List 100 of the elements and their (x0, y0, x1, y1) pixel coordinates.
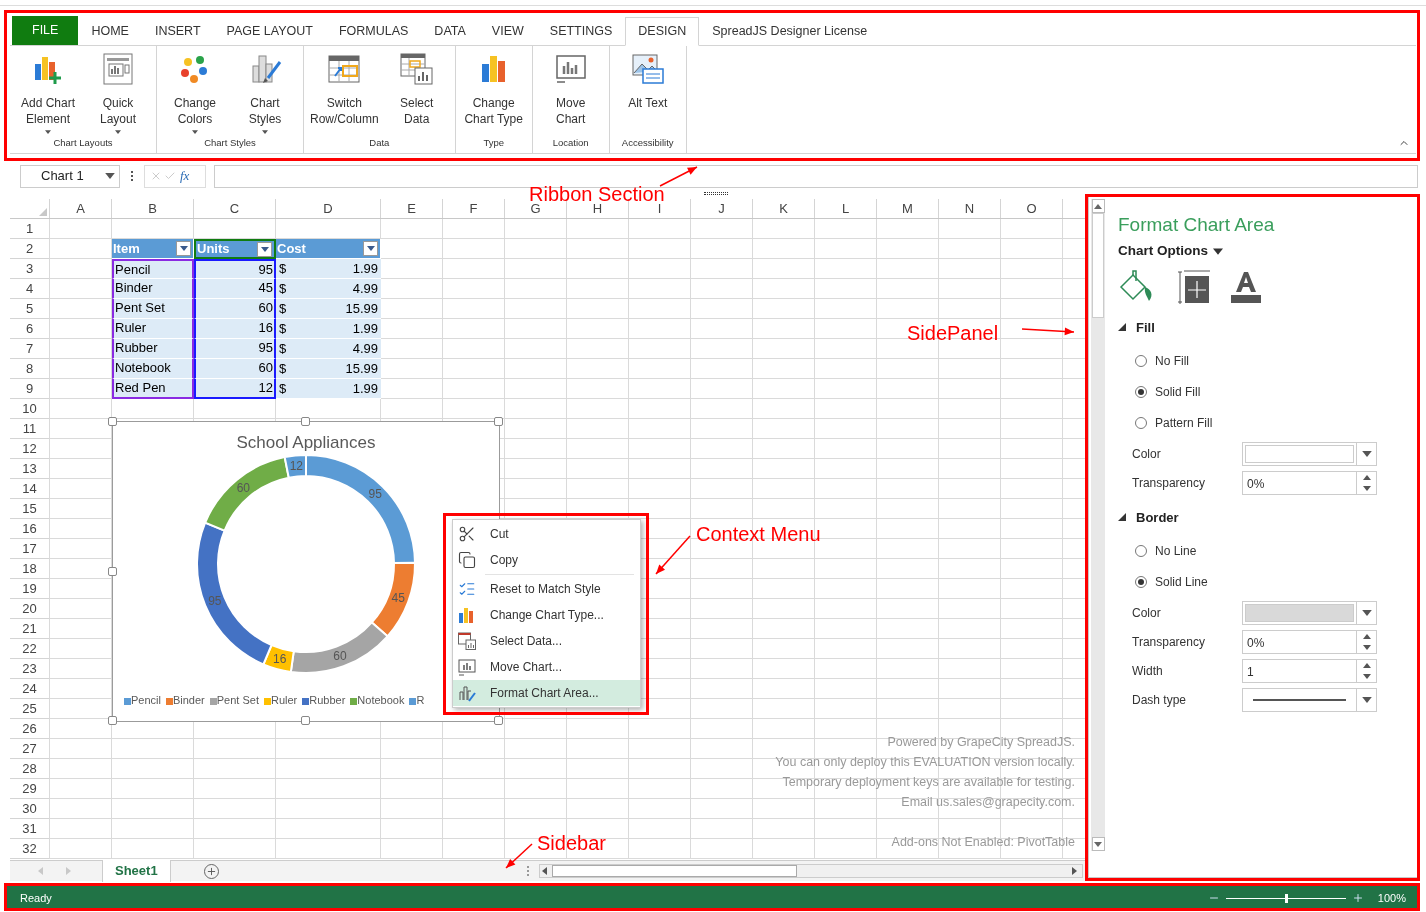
ribbon-tab[interactable]: SETTINGS (536, 17, 626, 45)
row-header[interactable]: 6 (10, 319, 50, 339)
function-button[interactable]: fx (180, 166, 190, 186)
ribbon-tab[interactable]: PAGE LAYOUT (213, 17, 326, 45)
row-header[interactable]: 10 (10, 399, 50, 419)
scroll-thumb[interactable] (1092, 213, 1104, 318)
column-header[interactable]: A (50, 199, 112, 218)
ribbon-button[interactable]: Add Chart Element (14, 52, 82, 136)
zoom-slider[interactable] (1225, 893, 1346, 903)
ribbon-button[interactable]: Switch Row/Column (308, 52, 381, 136)
row-header[interactable]: 8 (10, 359, 50, 379)
menu-item[interactable]: Format Chart Area... (453, 680, 640, 706)
more-options-icon[interactable] (128, 171, 136, 181)
column-header[interactable]: O (1001, 199, 1063, 218)
row-header[interactable]: 5 (10, 299, 50, 319)
ribbon-tab[interactable]: DATA (421, 17, 479, 45)
splitter-handle[interactable] (703, 192, 728, 195)
radio-button[interactable] (1135, 386, 1147, 399)
row-header[interactable]: 4 (10, 279, 50, 299)
row-header[interactable]: 11 (10, 419, 50, 439)
row-header[interactable]: 32 (10, 839, 50, 859)
menu-item[interactable]: Reset to Match Style (453, 576, 640, 602)
ribbon-tab[interactable]: FILE (12, 16, 79, 45)
sheet-tab[interactable]: Sheet1 (102, 859, 171, 882)
ribbon-button[interactable]: Change Colors (161, 52, 229, 136)
spin-field[interactable]: 0% (1242, 630, 1377, 655)
column-header[interactable]: B (112, 199, 194, 218)
row-header[interactable]: 13 (10, 459, 50, 479)
row-header[interactable]: 9 (10, 379, 50, 399)
column-header[interactable]: K (753, 199, 815, 218)
ribbon-button[interactable]: Change Chart Type (459, 52, 528, 136)
ribbon-button[interactable]: Chart Styles (231, 52, 299, 136)
ribbon-button[interactable]: Alt Text (613, 52, 682, 136)
row-header[interactable]: 29 (10, 779, 50, 799)
row-header[interactable]: 2 (10, 239, 50, 259)
column-header[interactable]: L (815, 199, 877, 218)
section-title[interactable]: Border (1136, 507, 1179, 527)
column-header[interactable]: C (194, 199, 276, 218)
column-header[interactable]: D (276, 199, 381, 218)
ribbon-tab[interactable]: HOME (78, 17, 142, 45)
row-header[interactable]: 27 (10, 739, 50, 759)
resize-handle[interactable] (108, 716, 117, 725)
column-header[interactable]: N (939, 199, 1001, 218)
formula-input[interactable] (214, 164, 1418, 188)
menu-item[interactable]: Select Data... (453, 628, 640, 654)
size-position-icon[interactable] (1176, 270, 1210, 305)
row-header[interactable]: 7 (10, 339, 50, 359)
scroll-bar[interactable] (1091, 199, 1105, 851)
text-format-icon[interactable] (1230, 270, 1262, 305)
ribbon-tab[interactable]: DESIGN (625, 17, 700, 46)
menu-item[interactable]: Cut (453, 521, 640, 547)
zoom-thumb[interactable] (1284, 893, 1288, 903)
row-header[interactable]: 31 (10, 819, 50, 839)
row-header[interactable]: 21 (10, 619, 50, 639)
row-header[interactable]: 20 (10, 599, 50, 619)
row-header[interactable]: 17 (10, 539, 50, 559)
row-header[interactable]: 12 (10, 439, 50, 459)
color-picker[interactable] (1242, 442, 1377, 467)
horizontal-scroll-bar[interactable] (538, 864, 1083, 878)
resize-handle[interactable] (108, 417, 117, 426)
splitter-dots-icon[interactable] (526, 866, 529, 876)
column-header[interactable]: J (691, 199, 753, 218)
row-header[interactable]: 16 (10, 519, 50, 539)
resize-handle[interactable] (108, 566, 117, 576)
radio-button[interactable] (1135, 417, 1147, 430)
spin-field[interactable]: 0% (1242, 471, 1377, 496)
row-header[interactable]: 19 (10, 579, 50, 599)
radio-button[interactable] (1135, 545, 1147, 558)
radio-button[interactable] (1135, 576, 1147, 589)
column-header[interactable]: E (381, 199, 443, 218)
filter-button[interactable] (176, 241, 191, 256)
zoom-in-icon[interactable] (1351, 892, 1364, 904)
filter-button[interactable] (257, 241, 272, 257)
row-header[interactable]: 28 (10, 759, 50, 779)
resize-handle[interactable] (301, 716, 310, 725)
ribbon-tab[interactable]: FORMULAS (325, 17, 422, 45)
row-header[interactable]: 26 (10, 719, 50, 739)
section-title[interactable]: Fill (1136, 317, 1155, 337)
row-header[interactable]: 3 (10, 259, 50, 279)
row-header[interactable]: 25 (10, 699, 50, 719)
row-header[interactable]: 15 (10, 499, 50, 519)
column-header[interactable]: M (877, 199, 939, 218)
name-box[interactable]: Chart 1 (20, 164, 120, 188)
menu-item[interactable]: Change Chart Type... (453, 602, 640, 628)
ribbon-tab[interactable]: VIEW (478, 17, 537, 45)
filter-button[interactable] (363, 241, 378, 256)
row-header[interactable]: 1 (10, 219, 50, 239)
row-header[interactable]: 30 (10, 799, 50, 819)
ribbon-tab[interactable]: SpreadJS Designer License (699, 17, 881, 45)
scroll-thumb[interactable] (551, 865, 797, 877)
chart-options-dropdown[interactable]: Chart Options (1118, 241, 1208, 262)
ribbon-button[interactable]: Quick Layout (84, 52, 152, 136)
resize-handle[interactable] (301, 417, 310, 426)
row-header[interactable]: 24 (10, 679, 50, 699)
resize-handle[interactable] (494, 417, 503, 426)
resize-handle[interactable] (494, 716, 503, 725)
dash-type-dropdown[interactable] (1242, 688, 1377, 713)
radio-button[interactable] (1135, 355, 1147, 368)
row-header[interactable]: 22 (10, 639, 50, 659)
menu-item[interactable]: Move Chart... (453, 654, 640, 680)
